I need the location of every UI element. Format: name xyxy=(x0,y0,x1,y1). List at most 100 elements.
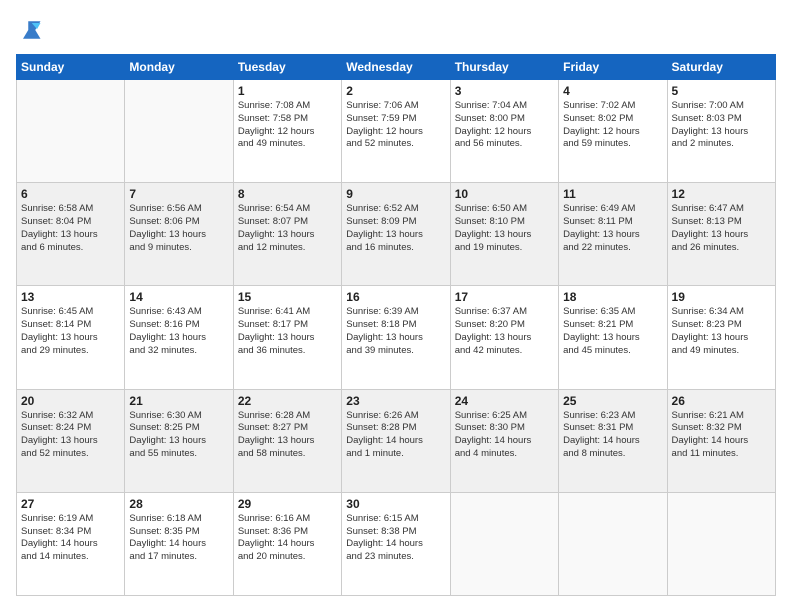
day-info: Sunrise: 6:49 AM Sunset: 8:11 PM Dayligh… xyxy=(563,203,662,254)
day-cell: 20 Sunrise: 6:32 AM Sunset: 8:24 PM Dayli… xyxy=(17,389,125,492)
day-info: Sunrise: 7:06 AM Sunset: 7:59 PM Dayligh… xyxy=(346,100,445,151)
day-cell xyxy=(559,492,667,595)
day-info: Sunrise: 6:32 AM Sunset: 8:24 PM Dayligh… xyxy=(21,410,120,461)
week-row-2: 13 Sunrise: 6:45 AM Sunset: 8:14 PM Dayli… xyxy=(17,286,776,389)
day-cell: 24 Sunrise: 6:25 AM Sunset: 8:30 PM Dayli… xyxy=(450,389,558,492)
day-number: 17 xyxy=(455,290,554,304)
day-info: Sunrise: 6:18 AM Sunset: 8:35 PM Dayligh… xyxy=(129,513,228,564)
weekday-thursday: Thursday xyxy=(450,55,558,80)
day-info: Sunrise: 6:37 AM Sunset: 8:20 PM Dayligh… xyxy=(455,306,554,357)
logo-icon xyxy=(16,16,44,44)
day-info: Sunrise: 6:16 AM Sunset: 8:36 PM Dayligh… xyxy=(238,513,337,564)
day-cell: 14 Sunrise: 6:43 AM Sunset: 8:16 PM Dayli… xyxy=(125,286,233,389)
day-info: Sunrise: 6:50 AM Sunset: 8:10 PM Dayligh… xyxy=(455,203,554,254)
day-info: Sunrise: 6:39 AM Sunset: 8:18 PM Dayligh… xyxy=(346,306,445,357)
week-row-3: 20 Sunrise: 6:32 AM Sunset: 8:24 PM Dayli… xyxy=(17,389,776,492)
day-number: 24 xyxy=(455,394,554,408)
day-info: Sunrise: 7:02 AM Sunset: 8:02 PM Dayligh… xyxy=(563,100,662,151)
day-info: Sunrise: 6:45 AM Sunset: 8:14 PM Dayligh… xyxy=(21,306,120,357)
day-number: 19 xyxy=(672,290,771,304)
page: SundayMondayTuesdayWednesdayThursdayFrid… xyxy=(0,0,792,612)
day-cell: 17 Sunrise: 6:37 AM Sunset: 8:20 PM Dayli… xyxy=(450,286,558,389)
day-number: 3 xyxy=(455,84,554,98)
day-number: 21 xyxy=(129,394,228,408)
day-info: Sunrise: 6:21 AM Sunset: 8:32 PM Dayligh… xyxy=(672,410,771,461)
day-cell: 6 Sunrise: 6:58 AM Sunset: 8:04 PM Daylig… xyxy=(17,183,125,286)
day-cell: 3 Sunrise: 7:04 AM Sunset: 8:00 PM Daylig… xyxy=(450,80,558,183)
day-number: 9 xyxy=(346,187,445,201)
day-info: Sunrise: 6:35 AM Sunset: 8:21 PM Dayligh… xyxy=(563,306,662,357)
day-cell: 19 Sunrise: 6:34 AM Sunset: 8:23 PM Dayli… xyxy=(667,286,775,389)
day-cell xyxy=(450,492,558,595)
day-cell: 25 Sunrise: 6:23 AM Sunset: 8:31 PM Dayli… xyxy=(559,389,667,492)
day-cell: 26 Sunrise: 6:21 AM Sunset: 8:32 PM Dayli… xyxy=(667,389,775,492)
day-info: Sunrise: 6:54 AM Sunset: 8:07 PM Dayligh… xyxy=(238,203,337,254)
day-info: Sunrise: 6:34 AM Sunset: 8:23 PM Dayligh… xyxy=(672,306,771,357)
day-info: Sunrise: 7:04 AM Sunset: 8:00 PM Dayligh… xyxy=(455,100,554,151)
day-cell: 11 Sunrise: 6:49 AM Sunset: 8:11 PM Dayli… xyxy=(559,183,667,286)
day-cell: 21 Sunrise: 6:30 AM Sunset: 8:25 PM Dayli… xyxy=(125,389,233,492)
day-number: 1 xyxy=(238,84,337,98)
day-cell: 30 Sunrise: 6:15 AM Sunset: 8:38 PM Dayli… xyxy=(342,492,450,595)
day-info: Sunrise: 6:56 AM Sunset: 8:06 PM Dayligh… xyxy=(129,203,228,254)
logo xyxy=(16,16,48,44)
day-info: Sunrise: 6:47 AM Sunset: 8:13 PM Dayligh… xyxy=(672,203,771,254)
day-info: Sunrise: 7:08 AM Sunset: 7:58 PM Dayligh… xyxy=(238,100,337,151)
day-number: 8 xyxy=(238,187,337,201)
day-number: 2 xyxy=(346,84,445,98)
day-info: Sunrise: 6:19 AM Sunset: 8:34 PM Dayligh… xyxy=(21,513,120,564)
day-cell: 15 Sunrise: 6:41 AM Sunset: 8:17 PM Dayli… xyxy=(233,286,341,389)
day-info: Sunrise: 6:25 AM Sunset: 8:30 PM Dayligh… xyxy=(455,410,554,461)
day-cell: 9 Sunrise: 6:52 AM Sunset: 8:09 PM Daylig… xyxy=(342,183,450,286)
day-cell: 13 Sunrise: 6:45 AM Sunset: 8:14 PM Dayli… xyxy=(17,286,125,389)
day-cell: 8 Sunrise: 6:54 AM Sunset: 8:07 PM Daylig… xyxy=(233,183,341,286)
day-cell: 27 Sunrise: 6:19 AM Sunset: 8:34 PM Dayli… xyxy=(17,492,125,595)
day-number: 28 xyxy=(129,497,228,511)
day-number: 12 xyxy=(672,187,771,201)
weekday-sunday: Sunday xyxy=(17,55,125,80)
day-info: Sunrise: 6:58 AM Sunset: 8:04 PM Dayligh… xyxy=(21,203,120,254)
day-info: Sunrise: 6:15 AM Sunset: 8:38 PM Dayligh… xyxy=(346,513,445,564)
day-number: 20 xyxy=(21,394,120,408)
day-number: 18 xyxy=(563,290,662,304)
day-number: 22 xyxy=(238,394,337,408)
day-number: 10 xyxy=(455,187,554,201)
day-cell: 28 Sunrise: 6:18 AM Sunset: 8:35 PM Dayli… xyxy=(125,492,233,595)
day-info: Sunrise: 7:00 AM Sunset: 8:03 PM Dayligh… xyxy=(672,100,771,151)
day-number: 26 xyxy=(672,394,771,408)
day-info: Sunrise: 6:43 AM Sunset: 8:16 PM Dayligh… xyxy=(129,306,228,357)
day-cell: 29Sunrise: 6:16 AM Sunset: 8:36 PM Dayli… xyxy=(233,492,341,595)
day-number: 11 xyxy=(563,187,662,201)
day-cell: 1 Sunrise: 7:08 AM Sunset: 7:58 PM Daylig… xyxy=(233,80,341,183)
week-row-0: 1 Sunrise: 7:08 AM Sunset: 7:58 PM Daylig… xyxy=(17,80,776,183)
day-info: Sunrise: 6:28 AM Sunset: 8:27 PM Dayligh… xyxy=(238,410,337,461)
day-number: 15 xyxy=(238,290,337,304)
day-info: Sunrise: 6:23 AM Sunset: 8:31 PM Dayligh… xyxy=(563,410,662,461)
day-info: Sunrise: 6:41 AM Sunset: 8:17 PM Dayligh… xyxy=(238,306,337,357)
weekday-monday: Monday xyxy=(125,55,233,80)
day-cell xyxy=(667,492,775,595)
day-cell: 2 Sunrise: 7:06 AM Sunset: 7:59 PM Daylig… xyxy=(342,80,450,183)
day-cell xyxy=(125,80,233,183)
day-number: 27 xyxy=(21,497,120,511)
day-cell: 7Sunrise: 6:56 AM Sunset: 8:06 PM Daylig… xyxy=(125,183,233,286)
day-number: 14 xyxy=(129,290,228,304)
day-cell: 5Sunrise: 7:00 AM Sunset: 8:03 PM Daylig… xyxy=(667,80,775,183)
day-number: 25 xyxy=(563,394,662,408)
day-cell: 4Sunrise: 7:02 AM Sunset: 8:02 PM Daylig… xyxy=(559,80,667,183)
day-info: Sunrise: 6:52 AM Sunset: 8:09 PM Dayligh… xyxy=(346,203,445,254)
day-cell: 22 Sunrise: 6:28 AM Sunset: 8:27 PM Dayli… xyxy=(233,389,341,492)
header xyxy=(16,16,776,44)
day-cell: 18 Sunrise: 6:35 AM Sunset: 8:21 PM Dayli… xyxy=(559,286,667,389)
day-number: 6 xyxy=(21,187,120,201)
day-info: Sunrise: 6:30 AM Sunset: 8:25 PM Dayligh… xyxy=(129,410,228,461)
day-number: 16 xyxy=(346,290,445,304)
day-info: Sunrise: 6:26 AM Sunset: 8:28 PM Dayligh… xyxy=(346,410,445,461)
week-row-1: 6 Sunrise: 6:58 AM Sunset: 8:04 PM Daylig… xyxy=(17,183,776,286)
weekday-saturday: Saturday xyxy=(667,55,775,80)
weekday-header-row: SundayMondayTuesdayWednesdayThursdayFrid… xyxy=(17,55,776,80)
day-number: 30 xyxy=(346,497,445,511)
day-cell: 16 Sunrise: 6:39 AM Sunset: 8:18 PM Dayli… xyxy=(342,286,450,389)
day-number: 13 xyxy=(21,290,120,304)
day-cell: 23Sunrise: 6:26 AM Sunset: 8:28 PM Dayli… xyxy=(342,389,450,492)
